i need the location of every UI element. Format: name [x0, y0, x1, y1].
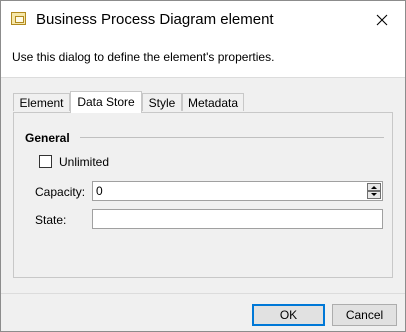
data-store-panel: General Unlimited Capacity: 0 State: [13, 112, 393, 278]
capacity-field[interactable]: 0 [92, 181, 383, 201]
unlimited-label: Unlimited [59, 155, 110, 169]
tab-style[interactable]: Style [142, 93, 182, 111]
title-bar: Business Process Diagram element [1, 1, 405, 38]
state-label: State: [35, 213, 67, 227]
group-divider [80, 137, 384, 138]
instructions-text: Use this dialog to define the element's … [12, 50, 275, 64]
diagram-element-icon [11, 12, 26, 25]
unlimited-checkbox[interactable] [39, 155, 52, 168]
instructions-area: Use this dialog to define the element's … [1, 38, 405, 78]
state-field[interactable] [92, 209, 383, 229]
group-title-general: General [25, 131, 70, 145]
arrow-down-icon [371, 193, 377, 196]
cancel-button[interactable]: Cancel [332, 304, 397, 326]
capacity-value: 0 [96, 184, 103, 198]
tab-metadata[interactable]: Metadata [182, 93, 244, 111]
spin-up-button[interactable] [367, 183, 381, 191]
close-button[interactable] [359, 1, 405, 38]
tab-element[interactable]: Element [13, 93, 70, 111]
dialog-window: Business Process Diagram element Use thi… [0, 0, 406, 332]
arrow-up-icon [371, 186, 377, 189]
capacity-spinner [367, 183, 381, 199]
dialog-title: Business Process Diagram element [36, 11, 274, 28]
tab-data-store[interactable]: Data Store [70, 91, 142, 113]
ok-button[interactable]: OK [252, 304, 325, 326]
close-icon [376, 14, 388, 25]
spin-down-button[interactable] [367, 191, 381, 199]
dialog-footer: OK Cancel [1, 293, 405, 332]
capacity-label: Capacity: [35, 185, 86, 199]
